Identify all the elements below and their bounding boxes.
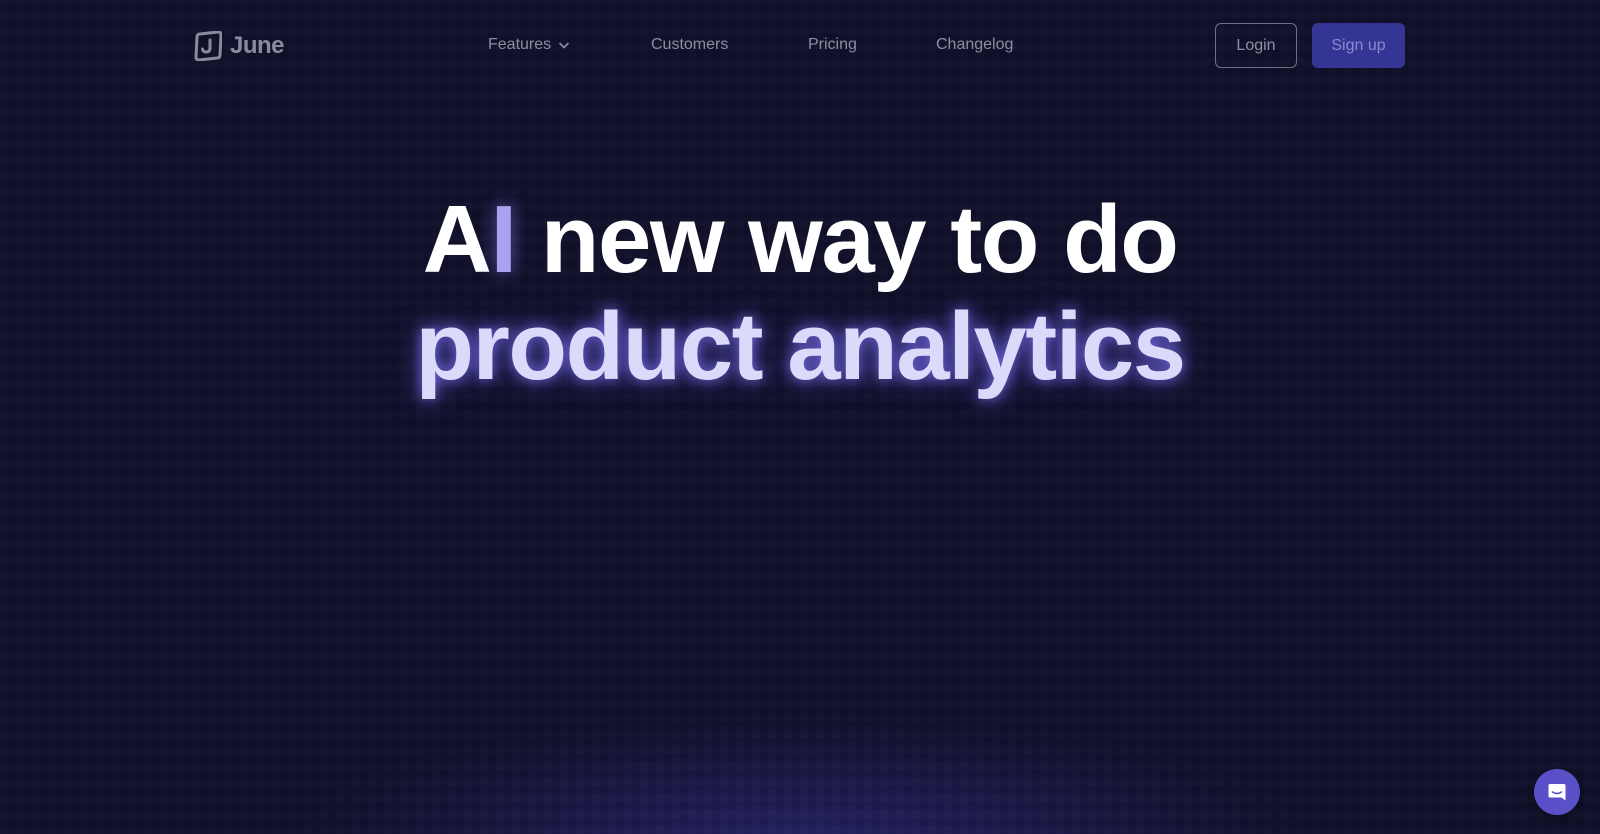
hero-section: AI new way to do product analytics bbox=[0, 188, 1600, 402]
hero-typing-cursor: I bbox=[490, 186, 517, 293]
chat-bubble-icon bbox=[1548, 784, 1566, 801]
brand-name: June bbox=[230, 32, 285, 59]
nav-item-label: Customers bbox=[651, 36, 729, 53]
nav-item-customers[interactable]: Customers bbox=[651, 36, 728, 54]
nav-item-features[interactable]: Features bbox=[488, 36, 569, 54]
nav-item-label: Changelog bbox=[936, 36, 1014, 53]
chat-launcher-button[interactable] bbox=[1534, 769, 1580, 815]
background-texture bbox=[0, 0, 1600, 834]
nav-item-changelog[interactable]: Changelog bbox=[936, 36, 1013, 54]
june-logo-icon bbox=[194, 31, 222, 61]
hero-line-1-start: A bbox=[422, 186, 492, 293]
chevron-down-icon bbox=[559, 42, 569, 48]
logo-link[interactable]: June bbox=[194, 30, 285, 62]
hero-line-1: AI new way to do bbox=[0, 188, 1600, 292]
hero-headline: AI new way to do product analytics bbox=[0, 188, 1600, 402]
nav-item-pricing[interactable]: Pricing bbox=[808, 36, 857, 54]
landing-page: June Features Customers Pricing Changelo… bbox=[0, 0, 1600, 834]
nav-item-label: Pricing bbox=[808, 36, 857, 53]
hero-line-1-rest: new way to do bbox=[515, 186, 1179, 293]
nav-item-label: Features bbox=[488, 36, 552, 53]
signup-button[interactable]: Sign up bbox=[1312, 23, 1405, 68]
site-header: June Features Customers Pricing Changelo… bbox=[0, 0, 1600, 90]
login-button[interactable]: Login bbox=[1215, 23, 1297, 68]
hero-line-2: product analytics bbox=[415, 293, 1186, 400]
